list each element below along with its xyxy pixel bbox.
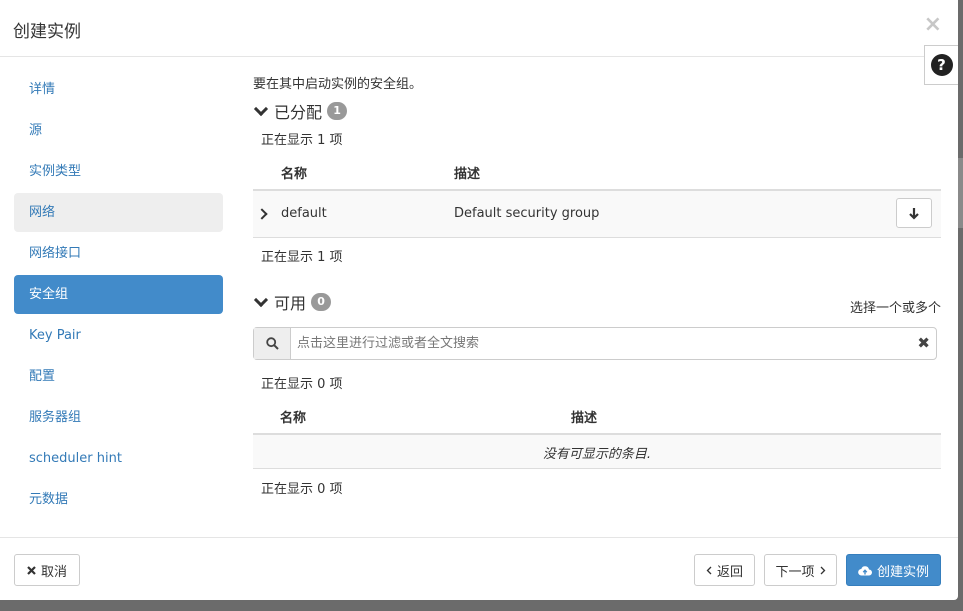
chevron-right-icon[interactable] <box>256 208 268 220</box>
nav-item-server-groups[interactable]: 服务器组 <box>14 398 223 437</box>
table-row: default Default security group <box>253 191 941 238</box>
allocated-col-description: 描述 <box>454 167 481 182</box>
close-icon[interactable]: × <box>924 13 942 37</box>
page-backdrop-bottom <box>0 600 963 611</box>
row-description: Default security group <box>454 206 600 221</box>
chevron-down-icon <box>253 292 269 308</box>
page-backdrop <box>958 0 963 611</box>
nav-item-details[interactable]: 详情 <box>14 70 223 109</box>
nav-item-scheduler-hint[interactable]: scheduler hint <box>14 439 223 478</box>
allocated-count-badge: 1 <box>327 102 348 120</box>
next-label: 下一项 <box>775 564 815 580</box>
nav-item-configuration[interactable]: 配置 <box>14 357 223 396</box>
nav-item-flavor[interactable]: 实例类型 <box>14 152 223 191</box>
clear-search-icon[interactable]: ✖ <box>917 334 930 352</box>
available-col-name: 名称 <box>280 411 307 426</box>
allocated-title: 已分配 <box>274 103 323 122</box>
close-icon <box>27 565 36 575</box>
wizard-side-nav: 详情 源 实例类型 网络 网络接口 安全组 Key Pair 配置 服务器组 s… <box>14 70 223 521</box>
cancel-label: 取消 <box>40 564 67 580</box>
question-circle-icon: ? <box>930 54 953 76</box>
modal-title: 创建实例 <box>13 22 81 42</box>
cloud-upload-icon <box>858 565 872 576</box>
available-count-badge: 0 <box>311 293 332 311</box>
allocated-count-bottom: 正在显示 1 项 <box>261 250 343 265</box>
nav-item-source[interactable]: 源 <box>14 111 223 150</box>
modal-header: 创建实例 × <box>0 0 958 57</box>
row-name: default <box>281 206 327 221</box>
help-button[interactable]: ? <box>924 45 958 85</box>
allocated-count-top: 正在显示 1 项 <box>261 133 343 148</box>
empty-row: 没有可显示的条目. <box>253 435 941 469</box>
back-button[interactable]: 返回 <box>694 554 755 586</box>
nav-item-security-groups[interactable]: 安全组 <box>14 275 223 314</box>
available-count-bottom: 正在显示 0 项 <box>261 482 343 497</box>
available-col-description: 描述 <box>571 411 598 426</box>
nav-item-network-ports[interactable]: 网络接口 <box>14 234 223 273</box>
empty-message: 没有可显示的条目. <box>542 447 652 462</box>
search-icon <box>265 337 279 350</box>
create-instance-button[interactable]: 创建实例 <box>846 554 941 586</box>
back-label: 返回 <box>716 564 743 580</box>
modal-footer: 取消 返回 下一项 创建实例 <box>0 537 958 600</box>
nav-item-metadata[interactable]: 元数据 <box>14 480 223 519</box>
next-button[interactable]: 下一项 <box>764 554 837 586</box>
select-hint: 选择一个或多个 <box>849 301 941 316</box>
intro-text: 要在其中启动实例的安全组。 <box>253 77 423 92</box>
create-instance-modal: 创建实例 × ? 详情 源 实例类型 网络 网络接口 安全组 Key Pair … <box>0 0 958 600</box>
available-count-top: 正在显示 0 项 <box>261 377 343 392</box>
available-title: 可用 <box>274 294 307 313</box>
chevron-down-icon <box>253 101 269 117</box>
chevron-right-icon <box>820 566 826 575</box>
nav-item-networks[interactable]: 网络 <box>14 193 223 232</box>
cancel-button[interactable]: 取消 <box>14 554 80 586</box>
arrow-down-icon <box>909 207 919 220</box>
available-section-toggle[interactable]: 可用 0 <box>253 290 332 314</box>
backdrop-panel-edge <box>958 158 963 228</box>
chevron-left-icon <box>706 566 712 575</box>
create-label: 创建实例 <box>876 564 929 580</box>
allocated-col-name: 名称 <box>281 167 308 182</box>
allocated-section-toggle[interactable]: 已分配 1 <box>253 99 348 123</box>
deallocate-button[interactable] <box>896 198 932 228</box>
nav-item-key-pair[interactable]: Key Pair <box>14 316 223 355</box>
search-input[interactable] <box>292 328 912 359</box>
search-addon <box>254 328 291 359</box>
search-bar: ✖ <box>253 327 937 360</box>
